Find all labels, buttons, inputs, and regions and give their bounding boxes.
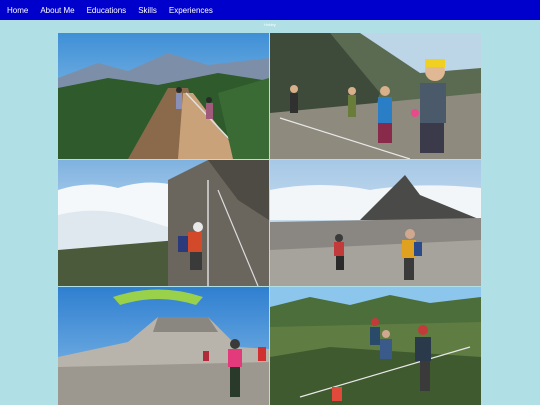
section-caption: Hobby: [264, 22, 276, 27]
nav-skills-link[interactable]: Skills: [138, 6, 157, 15]
nav-educations-link[interactable]: Educations: [87, 6, 127, 15]
gallery-photo-summit: [270, 160, 481, 286]
via-ferrata-photo-icon: [58, 160, 269, 286]
navbar: Home About Me Educations Skills Experien…: [0, 0, 540, 20]
summit-photo-icon: [270, 160, 481, 286]
gallery-photo-paraglider: [58, 287, 269, 405]
climbers-photo-icon: [270, 33, 481, 159]
gallery-photo-forest-trail: [270, 287, 481, 405]
gallery-photo-climbers: [270, 33, 481, 159]
nav-home-link[interactable]: Home: [7, 6, 28, 15]
paraglider-photo-icon: [58, 287, 269, 405]
nav-about-me-link[interactable]: About Me: [40, 6, 74, 15]
trail-photo-icon: [58, 33, 269, 159]
nav-experiences-link[interactable]: Experiences: [169, 6, 213, 15]
photo-gallery: [58, 33, 481, 405]
gallery-photo-trail: [58, 33, 269, 159]
gallery-photo-via-ferrata: [58, 160, 269, 286]
forest-trail-photo-icon: [270, 287, 481, 405]
